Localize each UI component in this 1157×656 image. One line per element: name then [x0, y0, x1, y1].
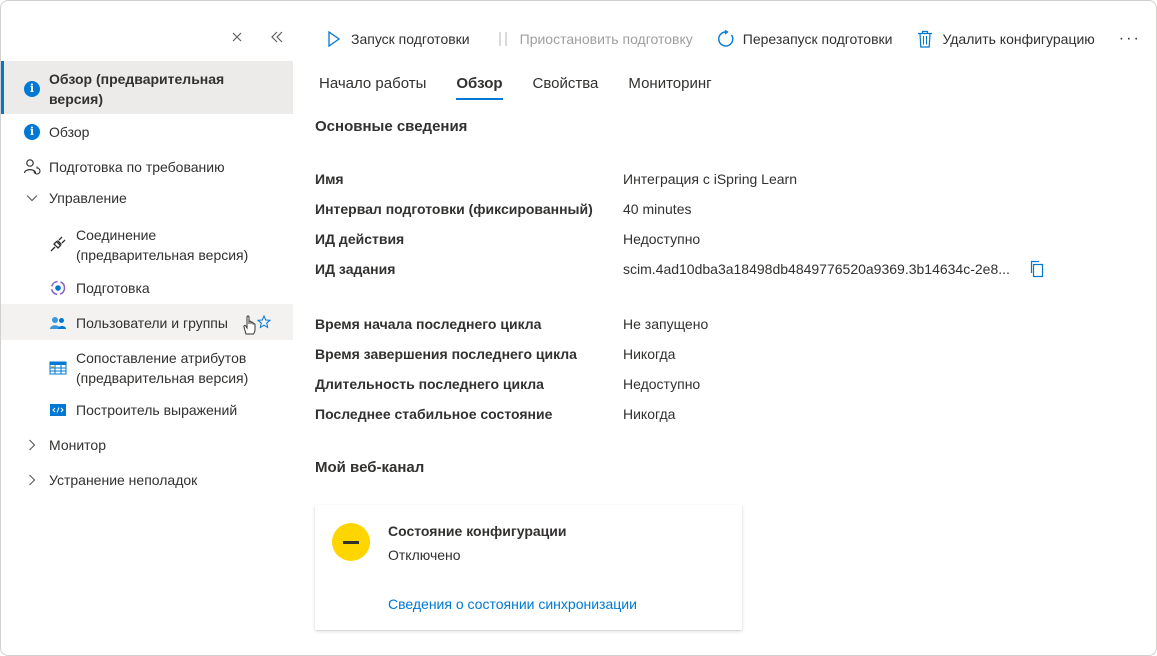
favorite-star-icon[interactable]	[256, 314, 272, 334]
restart-provisioning-label: Перезапуск подготовки	[742, 31, 893, 47]
table-icon	[49, 359, 67, 377]
sidebar-item-expression-builder[interactable]: Построитель выражений	[1, 394, 293, 428]
sidebar-item-label: Устранение неполадок	[49, 472, 198, 488]
plug-icon	[49, 235, 67, 253]
code-icon	[49, 401, 67, 419]
property-value: scim.4ad10dba3a18498db4849776520a9369.3b…	[623, 260, 1046, 278]
pause-icon	[494, 30, 512, 48]
chevron-right-icon	[23, 471, 41, 489]
property-row: Длительность последнего цикла Недоступно	[315, 369, 708, 399]
job-id-value: scim.4ad10dba3a18498db4849776520a9369.3b…	[623, 261, 1010, 277]
property-key: Длительность последнего цикла	[315, 376, 544, 392]
property-row: Интервал подготовки (фиксированный) 40 m…	[315, 194, 1046, 224]
sidebar-item-users-and-groups[interactable]: Пользователи и группы	[1, 304, 293, 340]
chevron-right-icon	[23, 436, 41, 454]
sidebar-item-attribute-mapping[interactable]: Сопоставление атрибутов (предварительная…	[1, 340, 293, 394]
sidebar-item-label: Подготовка по требованию	[49, 159, 225, 175]
property-key: Имя	[315, 171, 344, 187]
property-value: Не запущено	[623, 316, 709, 332]
property-key: Время начала последнего цикла	[315, 316, 542, 332]
start-provisioning-label: Запуск подготовки	[351, 31, 470, 47]
property-value: Недоступно	[623, 376, 701, 392]
sidebar-item-connection[interactable]: Соединение (предварительная версия)	[1, 217, 293, 270]
user-sync-icon	[23, 158, 41, 176]
sidebar-item-label: Обзор (предварительная версия)	[49, 71, 225, 107]
delete-configuration-button[interactable]: Удалить конфигурацию	[916, 30, 1095, 48]
delete-configuration-label: Удалить конфигурацию	[942, 31, 1095, 47]
info-icon: i	[23, 123, 41, 141]
sidebar-item-label: Управление	[49, 190, 127, 206]
basics-section-title: Основные сведения	[315, 118, 468, 135]
sidebar-group-monitor[interactable]: Монитор	[1, 428, 293, 463]
disabled-status-icon	[332, 523, 370, 561]
basics-properties: Имя Интеграция с iSpring Learn Интервал …	[315, 164, 1046, 284]
sidebar-item-label: Обзор	[49, 124, 90, 140]
tab-properties[interactable]: Свойства	[533, 75, 599, 100]
start-provisioning-button[interactable]: Запуск подготовки	[325, 30, 470, 48]
property-value: Недоступно	[623, 231, 701, 247]
property-row: ИД задания scim.4ad10dba3a18498db4849776…	[315, 254, 1046, 284]
sidebar-item-label: Пользователи и группы	[76, 315, 228, 331]
sidebar-item-provision-on-demand[interactable]: Подготовка по требованию	[1, 149, 293, 183]
sidebar-group-troubleshooting[interactable]: Устранение неполадок	[1, 463, 293, 497]
property-key: Время завершения последнего цикла	[315, 346, 577, 362]
sync-status-details-link[interactable]: Сведения о состоянии синхронизации	[388, 596, 637, 612]
sidebar-item-provisioning[interactable]: Подготовка	[1, 270, 293, 304]
sidebar-item-label: Соединение (предварительная версия)	[76, 227, 249, 263]
chevron-down-icon	[23, 189, 41, 207]
refresh-icon	[717, 30, 735, 48]
trash-icon	[916, 30, 934, 48]
card-title: Состояние конфигурации	[388, 523, 567, 539]
pause-provisioning-button[interactable]: Приостановить подготовку	[494, 30, 693, 48]
info-icon: i	[23, 80, 41, 98]
app-window: i Обзор (предварительная версия) i Обзор…	[0, 0, 1157, 656]
pause-provisioning-label: Приостановить подготовку	[519, 31, 693, 47]
property-row: Имя Интеграция с iSpring Learn	[315, 164, 1046, 194]
property-value: Интеграция с iSpring Learn	[623, 171, 797, 187]
tab-list: Начало работы Обзор Свойства Мониторинг	[319, 75, 742, 100]
close-icon[interactable]	[229, 29, 245, 45]
property-key: ИД действия	[315, 231, 405, 247]
property-key: ИД задания	[315, 261, 396, 277]
property-value: 40 minutes	[623, 201, 692, 217]
configuration-status-card: Состояние конфигурации Отключено Сведени…	[315, 505, 742, 630]
tab-monitoring[interactable]: Мониторинг	[628, 75, 711, 100]
sidebar-item-overview-preview[interactable]: i Обзор (предварительная версия)	[1, 61, 293, 114]
property-key: Последнее стабильное состояние	[315, 406, 553, 422]
collapse-sidebar-icon[interactable]	[269, 29, 285, 45]
property-value: Никогда	[623, 406, 676, 422]
play-icon	[325, 30, 343, 48]
sidebar-controls	[229, 29, 285, 45]
cycle-properties: Время начала последнего цикла Не запущен…	[315, 309, 708, 429]
copy-icon[interactable]	[1028, 260, 1046, 278]
property-row: Время завершения последнего цикла Никогд…	[315, 339, 708, 369]
sidebar-item-label: Подготовка	[76, 280, 150, 296]
tab-overview[interactable]: Обзор	[456, 75, 503, 100]
provisioning-icon	[49, 279, 67, 297]
sidebar-group-manage[interactable]: Управление	[1, 183, 293, 217]
feed-section-title: Мой веб-канал	[315, 459, 425, 476]
sidebar-item-label: Сопоставление атрибутов (предварительная…	[76, 350, 249, 386]
restart-provisioning-button[interactable]: Перезапуск подготовки	[717, 30, 893, 48]
card-status: Отключено	[388, 547, 461, 563]
more-options-button[interactable]: ···	[1119, 30, 1141, 48]
sidebar-item-overview[interactable]: i Обзор	[1, 114, 293, 149]
tab-getting-started[interactable]: Начало работы	[319, 75, 426, 100]
property-value: Никогда	[623, 346, 676, 362]
property-key: Интервал подготовки (фиксированный)	[315, 201, 593, 217]
sidebar: i Обзор (предварительная версия) i Обзор…	[1, 1, 293, 655]
users-icon	[49, 314, 67, 332]
property-row: ИД действия Недоступно	[315, 224, 1046, 254]
property-row: Последнее стабильное состояние Никогда	[315, 399, 708, 429]
sidebar-item-label: Монитор	[49, 437, 106, 453]
command-bar: Запуск подготовки Приостановить подготов…	[301, 23, 1141, 55]
sidebar-item-label: Построитель выражений	[76, 402, 238, 418]
property-row: Время начала последнего цикла Не запущен…	[315, 309, 708, 339]
sidebar-nav: i Обзор (предварительная версия) i Обзор…	[1, 61, 293, 497]
